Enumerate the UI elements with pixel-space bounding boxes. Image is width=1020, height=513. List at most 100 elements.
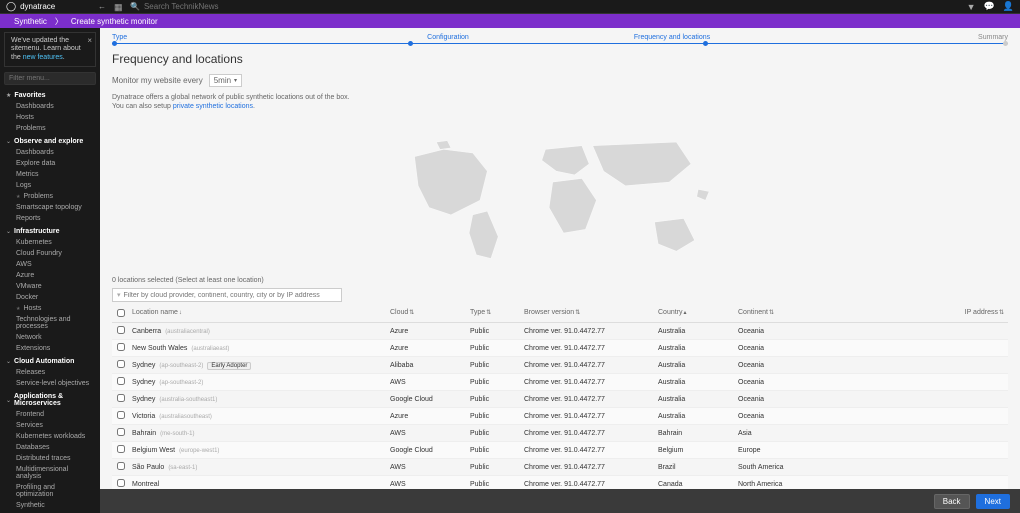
col-ip[interactable]: IP address⇅ (818, 309, 1008, 319)
sidebar-item[interactable]: Problems (0, 123, 100, 134)
step-configuration[interactable]: Configuration (336, 34, 560, 41)
sidebar-item[interactable]: ★Problems (0, 191, 100, 202)
back-arrow-icon[interactable]: ← (98, 2, 106, 11)
sidebar-item[interactable]: Distributed traces (0, 453, 100, 464)
table-row[interactable]: Canberra(australiacentral)AzurePublicChr… (112, 323, 1008, 340)
sidebar-item[interactable]: Network (0, 332, 100, 343)
cell-cloud: AWS (390, 430, 470, 437)
global-search-input[interactable] (144, 2, 294, 11)
location-filter[interactable]: ▾ (112, 288, 342, 302)
location-filter-input[interactable] (124, 292, 337, 299)
table-row[interactable]: Sydney(australia-southeast1)Google Cloud… (112, 391, 1008, 408)
sidebar-item[interactable]: Reports (0, 213, 100, 224)
filter-icon[interactable]: ▼ (967, 2, 976, 12)
chevron-down-icon: ▾ (234, 77, 237, 84)
table-row[interactable]: Bahrain(me-south-1)AWSPublicChrome ver. … (112, 425, 1008, 442)
table-row[interactable]: São Paulo(sa-east-1)AWSPublicChrome ver.… (112, 459, 1008, 476)
row-checkbox[interactable] (117, 326, 125, 334)
table-row[interactable]: Victoria(australiasoutheast)AzurePublicC… (112, 408, 1008, 425)
sidebar-item[interactable]: Dashboards (0, 147, 100, 158)
user-icon[interactable]: 👤 (1003, 1, 1014, 12)
sidebar-item[interactable]: Explore data (0, 158, 100, 169)
row-checkbox[interactable] (117, 462, 125, 470)
row-checkbox[interactable] (117, 394, 125, 402)
private-locations-link[interactable]: private synthetic locations (173, 103, 253, 110)
sidebar-item[interactable]: Technologies and processes (0, 314, 100, 332)
row-checkbox[interactable] (117, 479, 125, 487)
col-continent[interactable]: Continent⇅ (738, 309, 818, 319)
nav-header[interactable]: ⌄Observe and explore (0, 136, 100, 147)
sidebar-filter-input[interactable] (4, 72, 96, 85)
row-checkbox[interactable] (117, 377, 125, 385)
sidebar-item[interactable]: Azure (0, 270, 100, 281)
sidebar-item[interactable]: Frontend (0, 409, 100, 420)
col-cloud[interactable]: Cloud⇅ (390, 309, 470, 319)
sidebar-item[interactable]: AWS (0, 259, 100, 270)
cell-country: Australia (658, 345, 738, 352)
sidebar-item[interactable]: ★Hosts (0, 303, 100, 314)
col-type[interactable]: Type⇅ (470, 309, 524, 319)
search-icon: 🔍 (130, 2, 140, 11)
chevron-down-icon: ⌄ (6, 228, 11, 235)
sidebar-item[interactable]: Cloud Foundry (0, 248, 100, 259)
col-location[interactable]: Location name↓ (130, 309, 390, 319)
sidebar-item[interactable]: Logs (0, 180, 100, 191)
select-all-checkbox[interactable] (117, 309, 125, 317)
table-row[interactable]: Belgium West(europe-west1)Google CloudPu… (112, 442, 1008, 459)
step-frequency[interactable]: Frequency and locations (560, 34, 784, 41)
cell-location: Victoria(australiasoutheast) (130, 413, 390, 420)
row-checkbox[interactable] (117, 428, 125, 436)
table-row[interactable]: Sydney(ap-southeast-2)AWSPublicChrome ve… (112, 374, 1008, 391)
cell-country: Australia (658, 413, 738, 420)
cell-continent: South America (738, 464, 818, 471)
crumb-current: Create synthetic monitor (65, 16, 164, 27)
cell-type: Public (470, 481, 524, 488)
row-checkbox[interactable] (117, 411, 125, 419)
nav-item-label: Network (16, 334, 42, 341)
row-checkbox[interactable] (117, 343, 125, 351)
table-header: Location name↓ Cloud⇅ Type⇅ Browser vers… (112, 306, 1008, 323)
cell-browser: Chrome ver. 91.0.4472.77 (524, 328, 658, 335)
col-country[interactable]: Country▴ (658, 309, 738, 319)
sidebar-item[interactable]: VMware (0, 281, 100, 292)
close-icon[interactable]: × (87, 36, 92, 46)
world-map[interactable] (100, 113, 1020, 273)
table-row[interactable]: Sydney(ap-southeast-2)Early AdopterAliba… (112, 357, 1008, 374)
sidebar-item[interactable]: Databases (0, 442, 100, 453)
frequency-select[interactable]: 5min ▾ (209, 74, 242, 87)
sidebar-item[interactable]: Services (0, 420, 100, 431)
sidebar-item[interactable]: Dashboards (0, 101, 100, 112)
nav-header[interactable]: ⌄Cloud Automation (0, 356, 100, 367)
nav-header[interactable]: ⌄Applications & Microservices (0, 391, 100, 409)
next-button[interactable]: Next (976, 494, 1010, 509)
row-checkbox[interactable] (117, 360, 125, 368)
sidebar-item[interactable]: Synthetic (0, 500, 100, 511)
cell-type: Public (470, 447, 524, 454)
sidebar-item[interactable]: Metrics (0, 169, 100, 180)
nav-header[interactable]: ⌄Infrastructure (0, 226, 100, 237)
sidebar-item[interactable]: Releases (0, 367, 100, 378)
table-row[interactable]: New South Wales(australiaeast)AzurePubli… (112, 340, 1008, 357)
step-type[interactable]: Type (112, 34, 336, 41)
sidebar-item[interactable]: Service-level objectives (0, 378, 100, 389)
step-summary: Summary (784, 34, 1008, 41)
app-icon[interactable]: ▦ (114, 2, 124, 12)
sidebar-item[interactable]: Multidimensional analysis (0, 464, 100, 482)
progress-dot (112, 41, 117, 46)
sidebar-item[interactable]: Profiling and optimization (0, 482, 100, 500)
sidebar-item[interactable]: Hosts (0, 112, 100, 123)
col-browser[interactable]: Browser version⇅ (524, 309, 658, 319)
row-checkbox[interactable] (117, 445, 125, 453)
chat-icon[interactable]: 💬 (984, 1, 995, 12)
nav-header[interactable]: ★Favorites (0, 90, 100, 101)
sidebar-item[interactable]: Docker (0, 292, 100, 303)
sidebar-item[interactable]: Extensions (0, 343, 100, 354)
crumb-parent[interactable]: Synthetic (8, 16, 53, 27)
sidebar-item[interactable]: Kubernetes workloads (0, 431, 100, 442)
sidebar-item[interactable]: Kubernetes (0, 237, 100, 248)
cell-continent: Asia (738, 430, 818, 437)
back-button[interactable]: Back (934, 494, 970, 509)
sidebar-item[interactable]: Smartscape topology (0, 202, 100, 213)
banner-link[interactable]: new features (23, 54, 63, 61)
nav-item-label: AWS (16, 261, 32, 268)
